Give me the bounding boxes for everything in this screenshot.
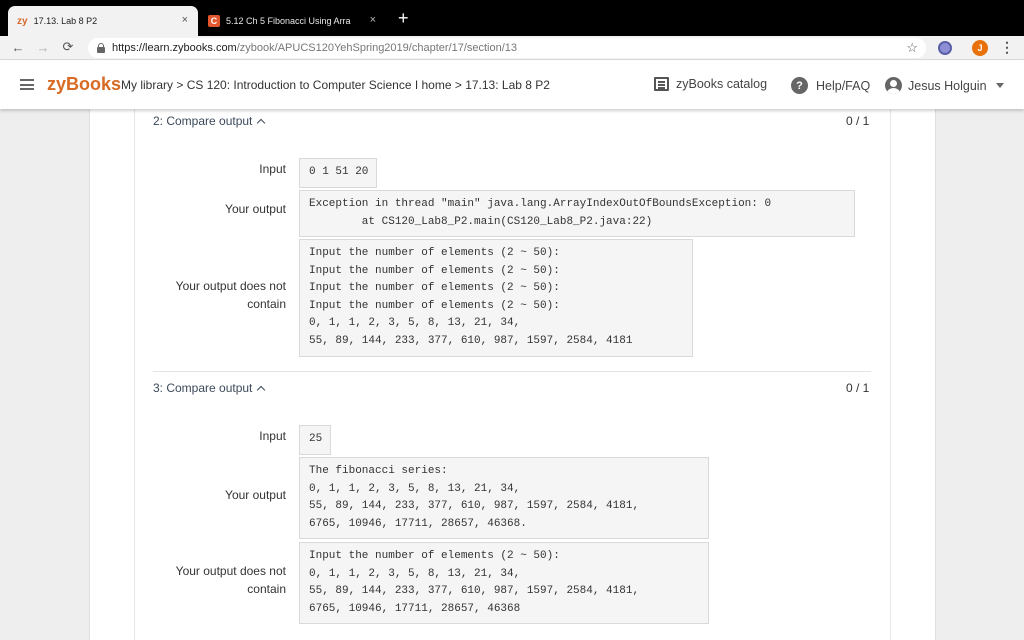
address-bar[interactable]: https://learn.zybooks.com/zybook/APUCS12… (88, 38, 926, 58)
help-link[interactable]: ? Help/FAQ (791, 77, 870, 94)
section-title: 3: Compare output (153, 381, 253, 395)
hamburger-menu-icon[interactable] (20, 79, 34, 90)
section-divider (153, 371, 871, 372)
tab-close-icon[interactable]: × (370, 14, 376, 26)
breadcrumb: My library > CS 120: Introduction to Com… (121, 78, 550, 92)
caret-down-icon (995, 83, 1004, 88)
app-header: zyBooks My library > CS 120: Introductio… (0, 61, 1024, 109)
input-value: 25 (299, 425, 332, 455)
url-host: https://learn.zybooks.com (112, 42, 237, 54)
tab-fibonacci[interactable]: C 5.12 Ch 5 Fibonacci Using Arra × (200, 6, 386, 36)
your-output-label: Your output (225, 202, 286, 216)
tab-title: 17.13. Lab 8 P2 (33, 16, 98, 26)
user-menu[interactable]: Jesus Holguin (885, 77, 1004, 94)
input-label: Input (259, 429, 286, 443)
section-score: 0 / 1 (846, 381, 870, 395)
input-value: 0 1 51 20 (299, 158, 378, 188)
compare-output-2-toggle[interactable]: 2: Compare output (153, 114, 266, 128)
url-path: /zybook/APUCS120YehSpring2019/chapter/17… (236, 42, 518, 54)
input-label: Input (259, 162, 286, 176)
profile-avatar[interactable]: J (972, 40, 988, 56)
your-output-value: Exception in thread "main" java.lang.Arr… (299, 190, 855, 238)
browser-tab-strip: zy 17.13. Lab 8 P2 × C 5.12 Ch 5 Fibonac… (0, 0, 1024, 36)
chevron-up-icon (257, 118, 266, 128)
user-account-icon (885, 77, 902, 94)
user-name: Jesus Holguin (908, 78, 987, 93)
not-contain-label: Your output does not contain (175, 279, 286, 311)
forward-arrow-icon[interactable]: → (35, 39, 51, 55)
browser-menu-icon[interactable]: ⋮ (1000, 39, 1014, 55)
not-contain-label: Your output does not contain (175, 564, 286, 596)
reload-icon[interactable]: ⟳ (60, 39, 76, 55)
breadcrumb-separator: > (451, 78, 466, 92)
c-favicon-icon: C (208, 15, 220, 27)
catalog-label: zyBooks catalog (676, 77, 768, 91)
new-tab-icon[interactable]: + (398, 9, 409, 27)
help-question-icon: ? (791, 77, 808, 94)
lock-icon (97, 43, 105, 53)
breadcrumb-current: 17.13: Lab 8 P2 (465, 78, 550, 92)
tab-title: 5.12 Ch 5 Fibonacci Using Arra (226, 16, 351, 26)
breadcrumb-my-library[interactable]: My library (121, 78, 173, 92)
tab-lab8[interactable]: zy 17.13. Lab 8 P2 × (8, 6, 198, 36)
section-score: 0 / 1 (846, 114, 870, 128)
catalog-link[interactable]: zyBooks catalog (654, 77, 767, 91)
catalog-book-icon (654, 77, 669, 91)
zybooks-favicon-icon: zy (17, 15, 28, 27)
extension-icon[interactable] (938, 41, 952, 55)
compare-output-3-toggle[interactable]: 3: Compare output (153, 381, 266, 395)
browser-toolbar: ← → ⟳ https://learn.zybooks.com/zybook/A… (0, 36, 1024, 60)
breadcrumb-separator: > (173, 78, 187, 92)
zybooks-logo[interactable]: zyBooks (47, 74, 121, 95)
expected-output-value: Input the number of elements (2 ~ 50): I… (299, 239, 693, 357)
your-output-value: The fibonacci series: 0, 1, 1, 2, 3, 5, … (299, 457, 709, 540)
expected-output-value: Input the number of elements (2 ~ 50): 0… (299, 542, 709, 625)
help-label: Help/FAQ (816, 78, 871, 93)
section-title: 2: Compare output (153, 114, 253, 128)
chevron-up-icon (257, 385, 266, 395)
your-output-label: Your output (225, 488, 286, 502)
back-arrow-icon[interactable]: ← (10, 39, 26, 55)
tab-close-icon[interactable]: × (182, 14, 188, 26)
bookmark-star-icon[interactable]: ☆ (906, 40, 918, 56)
breadcrumb-course[interactable]: CS 120: Introduction to Computer Science… (187, 78, 452, 92)
